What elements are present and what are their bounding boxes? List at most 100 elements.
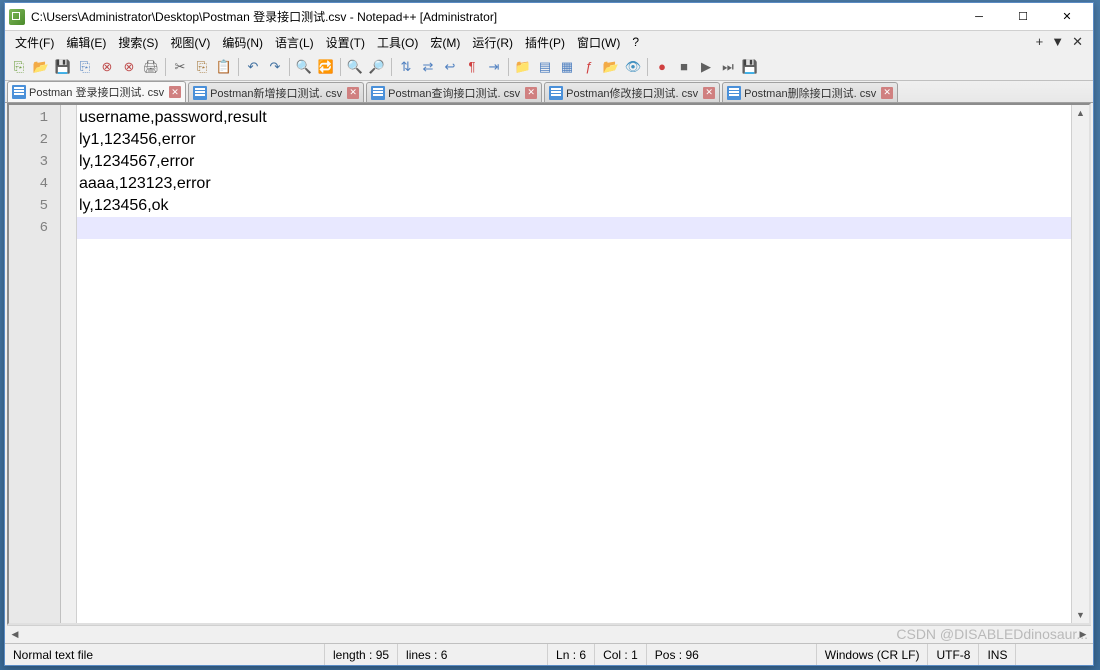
play-multi-icon[interactable]: ⏭ — [718, 57, 738, 77]
scroll-up-icon[interactable]: ▲ — [1072, 105, 1089, 121]
record-icon[interactable]: ● — [652, 57, 672, 77]
status-file-type: Normal text file — [5, 644, 325, 665]
tab-0[interactable]: Postman 登录接口测试. csv ✕ — [7, 81, 186, 102]
close-menu-icon[interactable]: ✕ — [1072, 34, 1083, 50]
menu-tools[interactable]: 工具(O) — [371, 32, 424, 53]
find-icon[interactable]: 🔍 — [294, 57, 314, 77]
tab-label: Postman 登录接口测试. csv — [29, 84, 164, 100]
titlebar: C:\Users\Administrator\Desktop\Postman 登… — [5, 3, 1093, 31]
line-num: 6 — [9, 217, 60, 239]
line-num: 3 — [9, 151, 60, 173]
doc-map-icon[interactable]: ▤ — [535, 57, 555, 77]
tab-label: Postman修改接口测试. csv — [566, 85, 698, 101]
menu-language[interactable]: 语言(L) — [269, 32, 320, 53]
sync-v-icon[interactable]: ⇅ — [396, 57, 416, 77]
minimize-button[interactable]: ─ — [957, 3, 1001, 31]
save-all-icon[interactable]: ⎘ — [75, 57, 95, 77]
menu-edit[interactable]: 编辑(E) — [60, 32, 112, 53]
zoom-in-icon[interactable]: 🔍 — [345, 57, 365, 77]
tab-1[interactable]: Postman新增接口测试. csv ✕ — [188, 82, 364, 102]
file-icon — [371, 86, 385, 100]
undo-icon[interactable]: ↶ — [243, 57, 263, 77]
paste-icon[interactable]: 📋 — [214, 57, 234, 77]
doc-list-icon[interactable]: ▦ — [557, 57, 577, 77]
tab-close-icon[interactable]: ✕ — [881, 87, 893, 99]
cut-icon[interactable]: ✂ — [170, 57, 190, 77]
app-icon — [9, 9, 25, 25]
maximize-button[interactable]: ☐ — [1001, 3, 1045, 31]
folder-icon[interactable]: 📁 — [513, 57, 533, 77]
tab-close-icon[interactable]: ✕ — [347, 87, 359, 99]
redo-icon[interactable]: ↷ — [265, 57, 285, 77]
status-length: length : 95 — [325, 644, 398, 665]
func-list-icon[interactable]: ƒ — [579, 57, 599, 77]
status-col: Col : 1 — [595, 644, 647, 665]
menu-encoding[interactable]: 编码(N) — [216, 32, 269, 53]
scroll-left-icon[interactable]: ◀ — [7, 626, 23, 643]
tab-label: Postman新增接口测试. csv — [210, 85, 342, 101]
menu-plugins[interactable]: 插件(P) — [519, 32, 571, 53]
tab-2[interactable]: Postman查询接口测试. csv ✕ — [366, 82, 542, 102]
menubar: 文件(F) 编辑(E) 搜索(S) 视图(V) 编码(N) 语言(L) 设置(T… — [5, 31, 1093, 53]
dropdown-icon[interactable]: ▼ — [1051, 34, 1064, 50]
menu-window[interactable]: 窗口(W) — [571, 32, 626, 53]
status-mode: INS — [979, 644, 1016, 665]
tab-close-icon[interactable]: ✕ — [169, 86, 181, 98]
monitor-icon[interactable]: 👁 — [623, 57, 643, 77]
close-all-icon[interactable]: ⊗ — [119, 57, 139, 77]
menu-settings[interactable]: 设置(T) — [320, 32, 371, 53]
tabbar: Postman 登录接口测试. csv ✕ Postman新增接口测试. csv… — [5, 81, 1093, 103]
file-icon — [549, 86, 563, 100]
menu-file[interactable]: 文件(F) — [9, 32, 60, 53]
indent-icon[interactable]: ⇥ — [484, 57, 504, 77]
app-window: C:\Users\Administrator\Desktop\Postman 登… — [4, 2, 1094, 666]
tab-4[interactable]: Postman删除接口测试. csv ✕ — [722, 82, 898, 102]
status-encoding: UTF-8 — [928, 644, 979, 665]
menu-macro[interactable]: 宏(M) — [424, 32, 466, 53]
close-file-icon[interactable]: ⊗ — [97, 57, 117, 77]
horizontal-scrollbar[interactable]: ◀ ▶ — [7, 625, 1091, 643]
line-num: 4 — [9, 173, 60, 195]
status-eol: Windows (CR LF) — [817, 644, 929, 665]
text-editor[interactable]: username,password,result ly1,123456,erro… — [77, 105, 1071, 623]
editor-area: 1 2 3 4 5 6 username,password,result ly1… — [7, 103, 1091, 625]
menu-run[interactable]: 运行(R) — [466, 32, 519, 53]
scroll-down-icon[interactable]: ▼ — [1072, 607, 1089, 623]
statusbar: Normal text file length : 95 lines : 6 L… — [5, 643, 1093, 665]
play-icon[interactable]: ▶ — [696, 57, 716, 77]
line-num: 1 — [9, 107, 60, 129]
menu-search[interactable]: 搜索(S) — [112, 32, 164, 53]
allchars-icon[interactable]: ¶ — [462, 57, 482, 77]
close-button[interactable]: ✕ — [1045, 3, 1089, 31]
fold-margin — [61, 105, 77, 623]
wordwrap-icon[interactable]: ↩ — [440, 57, 460, 77]
new-file-icon[interactable]: ⎘ — [9, 57, 29, 77]
tab-3[interactable]: Postman修改接口测试. csv ✕ — [544, 82, 720, 102]
line-num: 2 — [9, 129, 60, 151]
status-lines: lines : 6 — [398, 644, 548, 665]
folder-workspace-icon[interactable]: 📂 — [601, 57, 621, 77]
zoom-out-icon[interactable]: 🔎 — [367, 57, 387, 77]
menu-view[interactable]: 视图(V) — [164, 32, 216, 53]
status-pos: Pos : 96 — [647, 644, 817, 665]
copy-icon[interactable]: ⎘ — [192, 57, 212, 77]
vertical-scrollbar[interactable]: ▲ ▼ — [1071, 105, 1089, 623]
status-ln: Ln : 6 — [548, 644, 595, 665]
tab-close-icon[interactable]: ✕ — [525, 87, 537, 99]
open-file-icon[interactable]: 📂 — [31, 57, 51, 77]
file-icon — [193, 86, 207, 100]
save-icon[interactable]: 💾 — [53, 57, 73, 77]
scroll-right-icon[interactable]: ▶ — [1075, 626, 1091, 643]
line-number-gutter: 1 2 3 4 5 6 — [9, 105, 61, 623]
sync-h-icon[interactable]: ⇄ — [418, 57, 438, 77]
tab-label: Postman查询接口测试. csv — [388, 85, 520, 101]
tab-label: Postman删除接口测试. csv — [744, 85, 876, 101]
save-macro-icon[interactable]: 💾 — [740, 57, 760, 77]
tab-close-icon[interactable]: ✕ — [703, 87, 715, 99]
print-icon[interactable]: 🖨 — [141, 57, 161, 77]
menu-help[interactable]: ? — [626, 33, 645, 51]
window-controls: ─ ☐ ✕ — [957, 3, 1089, 31]
replace-icon[interactable]: 🔁 — [316, 57, 336, 77]
plus-icon[interactable]: + — [1036, 34, 1044, 50]
stop-icon[interactable]: ■ — [674, 57, 694, 77]
